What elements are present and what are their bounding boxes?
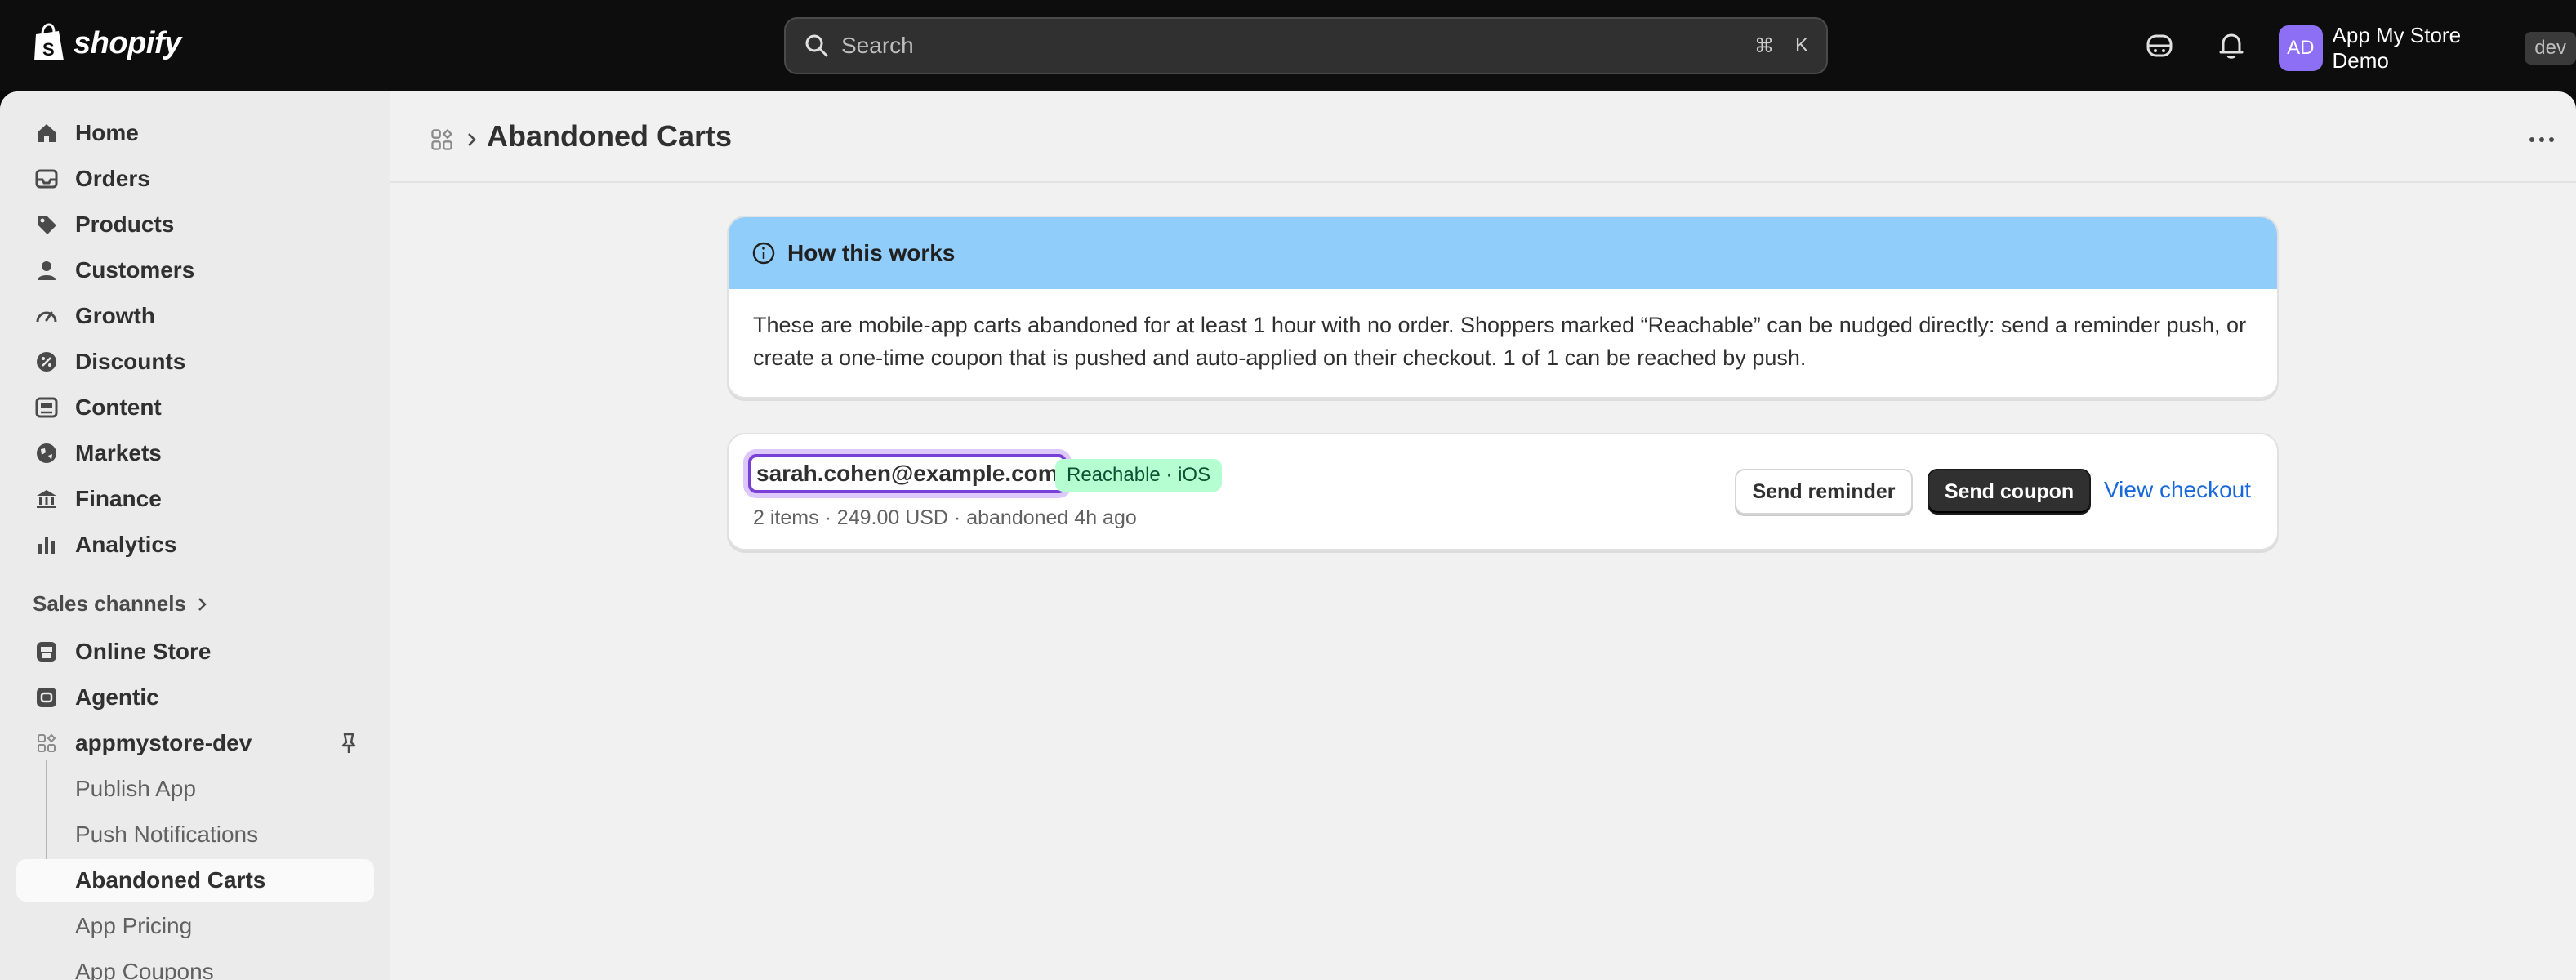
content-icon <box>33 394 60 421</box>
sidebar: Home Orders Products Customers Growth Di… <box>0 91 390 980</box>
sidebar-item-label: Markets <box>75 440 162 466</box>
chevron-right-icon <box>468 133 476 146</box>
sidebar-item-customers[interactable]: Customers <box>16 249 374 292</box>
sidebar-item-label: Analytics <box>75 532 177 557</box>
app-grid-icon[interactable] <box>430 127 454 152</box>
admin-frame: Home Orders Products Customers Growth Di… <box>0 91 2576 980</box>
pin-icon[interactable] <box>336 731 361 755</box>
bell-icon[interactable] <box>2215 29 2248 62</box>
sidebar-item-abandoned-carts[interactable]: Abandoned Carts <box>16 859 374 902</box>
assistant-icon[interactable] <box>2143 29 2176 62</box>
sidebar-item-discounts[interactable]: Discounts <box>16 341 374 383</box>
svg-text:S: S <box>42 39 55 60</box>
person-icon <box>33 256 60 284</box>
abandoned-cart-card: sarah.cohen@example.com Reachable · iOS … <box>727 433 2279 550</box>
store-name: App My Store Demo <box>2332 23 2462 73</box>
status-badge: Reachable · iOS <box>1055 459 1223 492</box>
sidebar-item-content[interactable]: Content <box>16 386 374 429</box>
more-actions-icon[interactable] <box>2525 127 2558 152</box>
sidebar-item-markets[interactable]: Markets <box>16 432 374 474</box>
search-icon <box>805 34 828 57</box>
bar-chart-icon <box>33 531 60 559</box>
account-menu[interactable]: AD App My Store Demo dev <box>2279 23 2576 74</box>
sidebar-item-app-pricing[interactable]: App Pricing <box>16 905 374 947</box>
page-header: Abandoned Carts <box>390 91 2576 183</box>
top-bar: S shopify ⌘ K AD App My Store Demo dev <box>0 0 2576 91</box>
search-input[interactable] <box>841 33 1733 59</box>
send-coupon-button[interactable]: Send coupon <box>1928 469 2091 514</box>
env-badge: dev <box>2525 32 2576 65</box>
shopify-logo[interactable]: S shopify <box>31 23 181 64</box>
sidebar-item-label: App Coupons <box>75 959 214 980</box>
sidebar-item-app-coupons[interactable]: App Coupons <box>16 951 374 980</box>
sidebar-item-label: Products <box>75 212 175 237</box>
sidebar-item-orders[interactable]: Orders <box>16 158 374 200</box>
sidebar-item-home[interactable]: Home <box>16 112 374 154</box>
sidebar-item-push-notifications[interactable]: Push Notifications <box>16 813 374 856</box>
app-grid-icon <box>33 729 60 757</box>
sidebar-item-label: Abandoned Carts <box>75 867 266 893</box>
avatar: AD <box>2279 25 2323 71</box>
sidebar-item-label: Orders <box>75 166 150 191</box>
agentic-icon <box>33 684 60 711</box>
view-checkout-link[interactable]: View checkout <box>2104 477 2251 503</box>
sidebar-item-finance[interactable]: Finance <box>16 478 374 520</box>
sidebar-item-agentic[interactable]: Agentic <box>16 676 374 719</box>
sidebar-item-label: Discounts <box>75 349 186 374</box>
info-banner: How this works These are mobile-app cart… <box>727 216 2279 399</box>
inbox-icon <box>33 165 60 193</box>
sidebar-item-label: Online Store <box>75 639 212 664</box>
gauge-icon <box>33 302 60 330</box>
tag-icon <box>33 211 60 238</box>
sidebar-item-label: appmystore-dev <box>75 730 252 755</box>
sidebar-item-label: Push Notifications <box>75 822 259 847</box>
info-banner-title: How this works <box>787 240 956 265</box>
sidebar-item-appmystore-dev[interactable]: appmystore-dev <box>16 722 374 764</box>
bank-icon <box>33 485 60 513</box>
info-banner-header: How this works <box>729 217 2277 289</box>
sidebar-item-label: App Pricing <box>75 913 193 938</box>
sidebar-item-products[interactable]: Products <box>16 203 374 246</box>
chevron-right-icon <box>198 597 207 611</box>
page-title: Abandoned Carts <box>487 119 733 153</box>
sales-channels-label: Sales channels <box>33 591 186 616</box>
globe-icon <box>33 439 60 467</box>
sidebar-item-label: Growth <box>75 303 155 328</box>
sidebar-item-analytics[interactable]: Analytics <box>16 523 374 566</box>
shopify-bag-icon: S <box>34 23 64 60</box>
sidebar-item-label: Content <box>75 394 162 420</box>
discount-icon <box>33 348 60 376</box>
brand-name: shopify <box>74 25 181 60</box>
sidebar-item-publish-app[interactable]: Publish App <box>16 768 374 810</box>
sidebar-item-label: Publish App <box>75 776 196 801</box>
sidebar-item-label: Home <box>75 120 139 145</box>
send-reminder-button[interactable]: Send reminder <box>1735 469 1913 514</box>
home-icon <box>33 119 60 147</box>
global-search[interactable]: ⌘ K <box>784 17 1828 74</box>
info-icon <box>752 242 775 265</box>
info-banner-body: These are mobile-app carts abandoned for… <box>753 313 2247 370</box>
sidebar-item-online-store[interactable]: Online Store <box>16 630 374 673</box>
customer-email[interactable]: sarah.cohen@example.com <box>748 454 1067 493</box>
shortcut-key: K <box>1794 34 1808 56</box>
storefront-icon <box>33 638 60 666</box>
sidebar-item-label: Finance <box>75 486 162 511</box>
sidebar-item-label: Agentic <box>75 684 159 710</box>
sidebar-item-growth[interactable]: Growth <box>16 295 374 337</box>
cart-meta: 2 items · 249.00 USD · abandoned 4h ago <box>753 506 1137 529</box>
shortcut-cmd: ⌘ <box>1754 34 1774 57</box>
sales-channels-header[interactable]: Sales channels <box>33 591 209 617</box>
sidebar-item-label: Customers <box>75 257 195 283</box>
